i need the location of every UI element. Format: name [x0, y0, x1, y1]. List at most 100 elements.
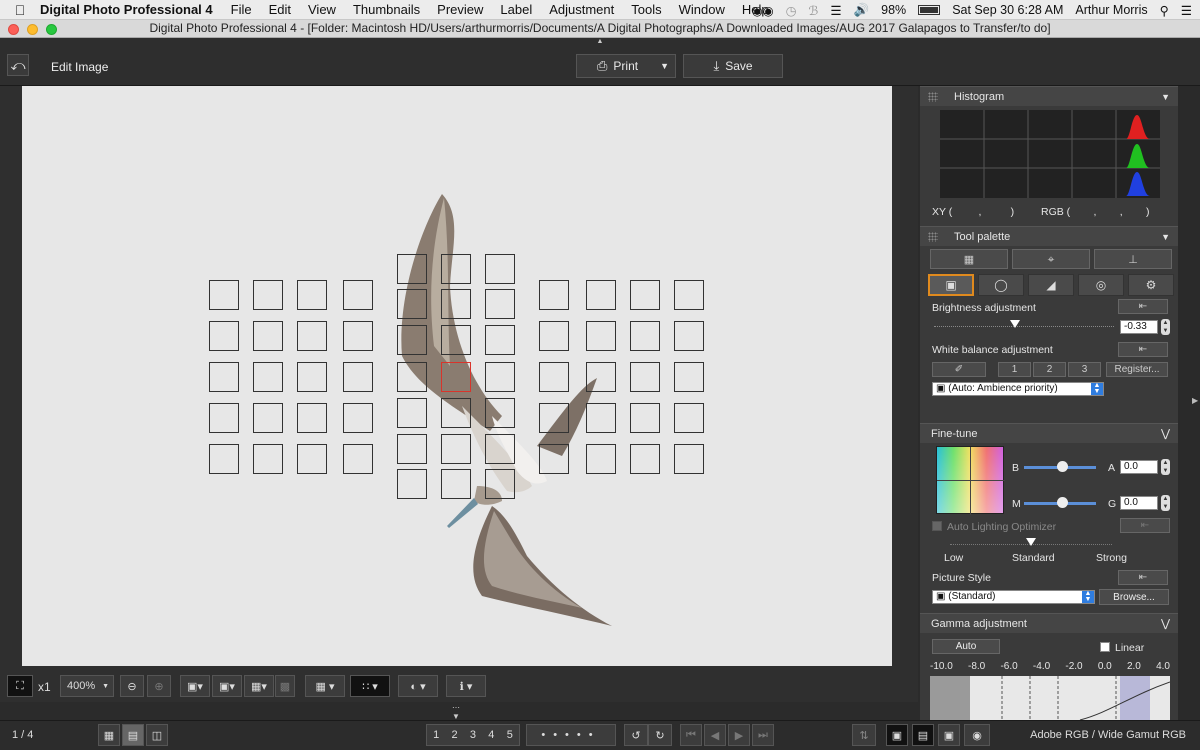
g-stepper[interactable]: ▲ ▼	[1161, 495, 1170, 511]
x1-label[interactable]: x1	[38, 680, 51, 694]
eyedropper-button[interactable]: ✐	[932, 362, 986, 377]
highlight-warning-button[interactable]: ▩	[275, 675, 295, 697]
volume-icon[interactable]: 🔊	[854, 3, 870, 18]
gamma-header[interactable]: Gamma adjustment ⋁	[920, 613, 1178, 633]
spotlight-icon[interactable]: ⚲	[1160, 3, 1169, 18]
rotate-right-button[interactable]: ↻	[648, 724, 672, 746]
menu-window[interactable]: Window	[679, 2, 725, 17]
label-dots[interactable]: •••••	[526, 724, 616, 746]
zoom-select[interactable]: 400% ▼	[60, 675, 114, 697]
af-grid-button[interactable]: ∷ ▾	[350, 675, 390, 697]
wb-preset-select[interactable]: ▣ (Auto: Ambience priority) ▲ ▼	[932, 382, 1104, 396]
back-button[interactable]: ⤺	[7, 54, 29, 76]
minimize-window-button[interactable]	[27, 24, 38, 35]
save-button[interactable]: ⤓ Save	[683, 54, 783, 78]
register-button[interactable]: Register...	[1106, 362, 1168, 377]
alo-checkbox[interactable]	[932, 521, 942, 531]
browse-button[interactable]: Browse...	[1099, 589, 1169, 605]
af-point-mode-button[interactable]: ▣▾	[212, 675, 242, 697]
chevron-down-icon[interactable]: ▼	[660, 61, 669, 71]
wifi-icon[interactable]: ☰	[830, 3, 841, 18]
color-check-button[interactable]: ◐ ▾	[398, 675, 438, 697]
edit-view-button[interactable]: ▤	[912, 724, 934, 746]
tab-tone[interactable]: ◯	[978, 274, 1024, 296]
photo-preview[interactable]	[22, 86, 892, 666]
wb-reset-button[interactable]: ⇤	[1118, 342, 1168, 357]
tab-color[interactable]: ◎	[1078, 274, 1124, 296]
brightness-reset-button[interactable]: ⇤	[1118, 299, 1168, 314]
battery-percent[interactable]: 98%	[881, 3, 906, 17]
bluetooth-icon[interactable]: ℬ	[809, 3, 819, 18]
af-point-display-button[interactable]: ▣▾	[180, 675, 210, 697]
drag-handle-icon[interactable]	[928, 92, 938, 102]
last-image-button[interactable]: ⏭	[752, 724, 774, 746]
chevron-right-icon[interactable]: ▶	[1192, 396, 1198, 405]
camera-view-button[interactable]: ◉	[964, 724, 990, 746]
compare-view-button[interactable]: ▣	[886, 724, 908, 746]
collapse-toolbar-icon[interactable]: ▲	[594, 38, 606, 46]
brightness-slider[interactable]	[934, 326, 1114, 328]
picture-style-reset-button[interactable]: ⇤	[1118, 570, 1168, 585]
stamp-tool-button[interactable]: ⊥	[1094, 249, 1172, 269]
tool-palette-header[interactable]: Tool palette ▼	[920, 226, 1178, 246]
previous-image-button[interactable]: ◀	[704, 724, 726, 746]
alo-reset-button[interactable]: ⇤	[1120, 518, 1170, 533]
sort-button[interactable]: ⇅	[852, 724, 876, 746]
user-name[interactable]: Arthur Morris	[1075, 3, 1147, 17]
g-value-input[interactable]: 0.0	[1120, 496, 1158, 510]
color-grid-picker[interactable]	[936, 446, 1005, 515]
thumbnail-strip-toggle[interactable]: ⋯ ▼	[445, 703, 467, 721]
first-image-button[interactable]: ⏮	[680, 724, 702, 746]
drag-handle-icon[interactable]	[928, 232, 938, 242]
grid-mode-button[interactable]: ▦▾	[244, 675, 274, 697]
rotate-left-button[interactable]: ↺	[624, 724, 648, 746]
double-chevron-icon[interactable]: ⋁	[1161, 427, 1170, 440]
print-button[interactable]: ⎙ Print ▼	[576, 54, 676, 78]
chevron-down-icon[interactable]: ▼	[1161, 232, 1170, 242]
menu-adjustment[interactable]: Adjustment	[549, 2, 614, 17]
image-viewer[interactable]	[0, 86, 918, 670]
next-image-button[interactable]: ▶	[728, 724, 750, 746]
rating-1[interactable]: 1	[433, 729, 439, 741]
zoom-window-button[interactable]	[46, 24, 57, 35]
menu-edit[interactable]: Edit	[269, 2, 291, 17]
info-button[interactable]: ℹ ▾	[446, 675, 486, 697]
double-chevron-icon[interactable]: ⋁	[1161, 617, 1170, 630]
menu-file[interactable]: File	[231, 2, 252, 17]
wb-slot-1[interactable]: 1	[998, 362, 1031, 377]
tab-basic[interactable]: ▣	[928, 274, 974, 296]
menu-thumbnails[interactable]: Thumbnails	[353, 2, 420, 17]
crop-tool-button[interactable]: ⌖	[1012, 249, 1090, 269]
mg-slider-thumb[interactable]	[1057, 497, 1068, 508]
rating-2[interactable]: 2	[452, 729, 458, 741]
wb-slot-3[interactable]: 3	[1068, 362, 1101, 377]
menu-tools[interactable]: Tools	[631, 2, 661, 17]
clock[interactable]: Sat Sep 30 6:28 AM	[952, 3, 1063, 17]
rating-5[interactable]: 5	[507, 729, 513, 741]
histogram-header[interactable]: Histogram ▼	[920, 86, 1178, 106]
fit-view-button[interactable]: ▣	[938, 724, 960, 746]
menu-preview[interactable]: Preview	[437, 2, 483, 17]
apple-icon[interactable]: 	[0, 2, 40, 18]
rating-4[interactable]: 4	[488, 729, 494, 741]
grid-overlay-button[interactable]: ▦ ▾	[305, 675, 345, 697]
tab-settings[interactable]: ⚙	[1128, 274, 1174, 296]
picture-style-select[interactable]: ▣ (Standard) ▲ ▼	[932, 590, 1095, 604]
thumbnail-grid-view-button[interactable]: ▦	[98, 724, 120, 746]
wb-slot-2[interactable]: 2	[1033, 362, 1066, 377]
filmstrip-view-button[interactable]: ◫	[146, 724, 168, 746]
ba-slider-thumb[interactable]	[1057, 461, 1068, 472]
panel-collapse-strip[interactable]: ▶	[1178, 86, 1200, 720]
menu-label[interactable]: Label	[500, 2, 532, 17]
fine-tune-header[interactable]: Fine-tune ⋁	[920, 423, 1178, 443]
a-value-input[interactable]: 0.0	[1120, 460, 1158, 474]
gamma-graph[interactable]	[930, 676, 1170, 720]
compare-tool-button[interactable]: ▦	[930, 249, 1008, 269]
notification-center-icon[interactable]: ☰	[1181, 3, 1192, 18]
close-window-button[interactable]	[8, 24, 19, 35]
linear-checkbox[interactable]	[1100, 642, 1110, 652]
chevron-down-icon[interactable]: ▼	[1161, 92, 1170, 102]
zoom-out-button[interactable]: ⊖	[120, 675, 144, 697]
single-view-button[interactable]: ▤	[122, 724, 144, 746]
gamma-auto-button[interactable]: Auto	[932, 639, 1000, 654]
